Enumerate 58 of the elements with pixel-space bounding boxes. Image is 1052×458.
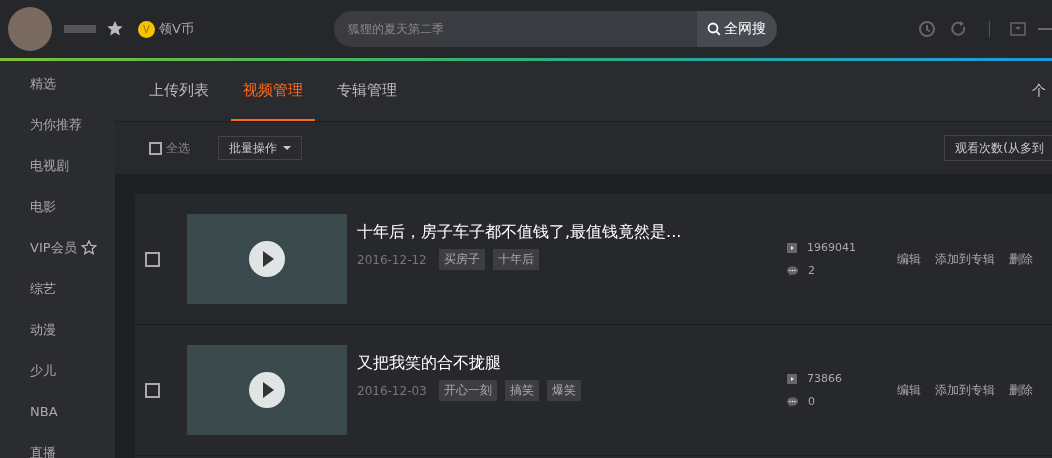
action-link[interactable]: 删除 bbox=[1009, 250, 1033, 268]
tag[interactable]: 买房子 bbox=[438, 249, 485, 270]
play-icon[interactable] bbox=[248, 240, 286, 278]
sidebar-item[interactable]: 直播 bbox=[0, 432, 115, 458]
tag[interactable]: 搞笑 bbox=[504, 380, 539, 401]
video-thumbnail[interactable] bbox=[187, 345, 347, 435]
sidebar-item[interactable]: 少儿 bbox=[0, 350, 115, 391]
video-title[interactable]: 又把我笑的合不拢腿 bbox=[357, 353, 787, 374]
username-blur bbox=[64, 25, 96, 33]
batch-dropdown[interactable]: 批量操作 bbox=[218, 136, 302, 160]
video-thumbnail[interactable] bbox=[187, 214, 347, 304]
comment-count: 2 bbox=[808, 264, 815, 277]
checkbox[interactable] bbox=[149, 141, 162, 155]
play-count: 73866 bbox=[807, 372, 842, 385]
video-title[interactable]: 十年后，房子车子都不值钱了,最值钱竟然是... bbox=[357, 222, 787, 243]
sidebar-item[interactable]: 精选 bbox=[0, 63, 115, 104]
sidebar-item[interactable]: 动漫 bbox=[0, 309, 115, 350]
action-link[interactable]: 编辑 bbox=[897, 250, 921, 268]
personal-link[interactable]: 个 bbox=[1032, 61, 1052, 121]
select-all-label: 全选 bbox=[166, 139, 190, 157]
search-field[interactable]: 狐狸的夏天第二季 bbox=[333, 11, 697, 47]
history-icon[interactable] bbox=[916, 19, 937, 39]
play-count: 1969041 bbox=[807, 241, 856, 254]
avatar[interactable] bbox=[8, 7, 52, 51]
vcoin-link[interactable]: 领V币 bbox=[159, 20, 194, 38]
mini-mode-icon[interactable] bbox=[1009, 22, 1026, 36]
comment-icon bbox=[787, 265, 798, 276]
tab[interactable]: 上传列表 bbox=[137, 61, 221, 121]
sidebar-item[interactable]: VIP会员 bbox=[0, 227, 115, 268]
tag[interactable]: 爆笑 bbox=[546, 380, 581, 401]
tag[interactable]: 十年后 bbox=[492, 249, 539, 270]
search-icon bbox=[707, 22, 722, 36]
action-link[interactable]: 添加到专辑 bbox=[935, 250, 995, 268]
sidebar-item[interactable]: 为你推荐 bbox=[0, 104, 115, 145]
comment-icon bbox=[787, 396, 798, 407]
play-icon[interactable] bbox=[248, 371, 286, 409]
star-icon bbox=[106, 20, 124, 38]
play-count-icon bbox=[787, 373, 797, 384]
checkbox[interactable] bbox=[145, 251, 160, 267]
star-outline-icon bbox=[80, 239, 97, 256]
comment-count: 0 bbox=[808, 395, 815, 408]
minimize-icon[interactable] bbox=[1037, 27, 1052, 31]
play-count-icon bbox=[787, 242, 797, 253]
tab[interactable]: 专辑管理 bbox=[325, 61, 409, 121]
sidebar-item[interactable]: 电视剧 bbox=[0, 145, 115, 186]
search-button[interactable]: 全网搜 bbox=[696, 11, 777, 47]
coin-icon: V bbox=[138, 20, 155, 38]
sidebar-item[interactable]: 电影 bbox=[0, 186, 115, 227]
action-link[interactable]: 编辑 bbox=[897, 381, 921, 399]
action-link[interactable]: 删除 bbox=[1009, 381, 1033, 399]
upload-date: 2016-12-12 bbox=[357, 252, 427, 267]
action-link[interactable]: 添加到专辑 bbox=[935, 381, 995, 399]
sidebar-item[interactable]: NBA bbox=[0, 391, 115, 432]
upload-date: 2016-12-03 bbox=[357, 383, 427, 398]
sidebar-item[interactable]: 综艺 bbox=[0, 268, 115, 309]
tag[interactable]: 开心一刻 bbox=[438, 380, 497, 401]
sort-dropdown[interactable]: 观看次数(从多到 bbox=[944, 135, 1052, 161]
checkbox[interactable] bbox=[145, 382, 160, 398]
